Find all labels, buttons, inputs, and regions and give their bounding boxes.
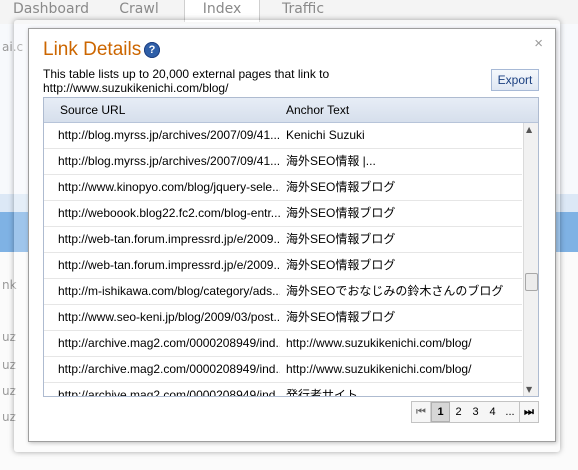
table-header: Source URL Anchor Text — [44, 98, 538, 123]
anchor-text-cell: 海外SEO情報ブログ — [286, 206, 396, 220]
tab-crawl[interactable]: Crawl — [104, 0, 174, 22]
source-url-link[interactable]: http://web-tan.forum.impressrd.jp/e/2009… — [58, 253, 280, 278]
dialog-title: Link Details — [43, 39, 142, 60]
page-3-button[interactable]: 3 — [467, 402, 484, 422]
tab-dashboard[interactable]: Dashboard — [8, 0, 94, 22]
page-1-button[interactable]: 1 — [431, 402, 450, 422]
column-header-source-url[interactable]: Source URL — [60, 98, 125, 122]
source-url-link[interactable]: http://blog.myrss.jp/archives/2007/09/41… — [58, 123, 280, 148]
table-row: http://archive.mag2.com/0000208949/ind..… — [44, 357, 522, 383]
links-table: Source URL Anchor Text http://blog.myrss… — [43, 97, 539, 397]
anchor-text-cell: 海外SEO情報ブログ — [286, 232, 396, 246]
anchor-text-cell: http://www.suzukikenichi.com/blog/ — [286, 336, 472, 350]
source-url-link[interactable]: http://weboook.blog22.fc2.com/blog-entr.… — [58, 201, 280, 226]
table-row: http://www.kinopyo.com/blog/jquery-sele.… — [44, 175, 522, 201]
table-row: http://archive.mag2.com/0000208949/ind..… — [44, 331, 522, 357]
anchor-text-cell: 発行者サイト — [286, 388, 359, 397]
source-url-link[interactable]: http://web-tan.forum.impressrd.jp/e/2009… — [58, 227, 280, 252]
pagination: ⏮ 1 2 3 4 ... ⏭ — [411, 401, 539, 423]
last-page-icon[interactable]: ⏭ — [519, 402, 538, 422]
page-2-button[interactable]: 2 — [450, 402, 467, 422]
tab-traffic[interactable]: Traffic — [268, 0, 338, 22]
scroll-up-arrow-icon[interactable]: ▲ — [526, 125, 532, 134]
help-icon[interactable]: ? — [144, 42, 160, 58]
close-icon[interactable]: × — [534, 35, 543, 52]
anchor-text-cell: 海外SEO情報ブログ — [286, 310, 396, 324]
export-button[interactable]: Export — [491, 69, 539, 91]
table-row: http://weboook.blog22.fc2.com/blog-entr.… — [44, 201, 522, 227]
source-url-link[interactable]: http://blog.myrss.jp/archives/2007/09/41… — [58, 149, 280, 174]
table-row: http://blog.myrss.jp/archives/2007/09/41… — [44, 123, 522, 149]
anchor-text-cell: 海外SEO情報 |... — [286, 154, 376, 168]
anchor-text-cell: Kenichi Suzuki — [286, 128, 365, 142]
source-url-link[interactable]: http://archive.mag2.com/0000208949/ind..… — [58, 383, 280, 396]
tab-index[interactable]: Index — [184, 0, 260, 22]
scroll-down-arrow-icon[interactable]: ▼ — [526, 385, 532, 394]
table-row: http://web-tan.forum.impressrd.jp/e/2009… — [44, 227, 522, 253]
anchor-text-cell: 海外SEO情報ブログ — [286, 258, 396, 272]
source-url-link[interactable]: http://www.seo-keni.jp/blog/2009/03/post… — [58, 305, 280, 330]
table-row: http://archive.mag2.com/0000208949/ind..… — [44, 383, 522, 397]
table-row: http://m-ishikawa.com/blog/category/ads.… — [44, 279, 522, 305]
source-url-link[interactable]: http://archive.mag2.com/0000208949/ind..… — [58, 357, 280, 382]
anchor-text-cell: 海外SEOでおなじみの鈴木さんのブログ — [286, 284, 504, 298]
column-header-anchor-text[interactable]: Anchor Text — [286, 98, 349, 122]
link-details-dialog: Link Details ? × This table lists up to … — [28, 28, 556, 442]
source-url-link[interactable]: http://m-ishikawa.com/blog/category/ads.… — [58, 279, 280, 304]
dialog-description: This table lists up to 20,000 external p… — [43, 67, 330, 95]
source-url-link[interactable]: http://archive.mag2.com/0000208949/ind..… — [58, 331, 280, 356]
table-row: http://web-tan.forum.impressrd.jp/e/2009… — [44, 253, 522, 279]
scroll-thumb[interactable] — [525, 273, 538, 291]
first-page-icon[interactable]: ⏮ — [412, 402, 430, 422]
source-url-link[interactable]: http://www.kinopyo.com/blog/jquery-sele.… — [58, 175, 280, 200]
anchor-text-cell: http://www.suzukikenichi.com/blog/ — [286, 362, 472, 376]
table-row: http://www.seo-keni.jp/blog/2009/03/post… — [44, 305, 522, 331]
pagination-ellipsis: ... — [505, 406, 515, 418]
anchor-text-cell: 海外SEO情報ブログ — [286, 180, 396, 194]
table-body: http://blog.myrss.jp/archives/2007/09/41… — [44, 123, 522, 397]
table-row: http://blog.myrss.jp/archives/2007/09/41… — [44, 149, 522, 175]
page-4-button[interactable]: 4 — [484, 402, 501, 422]
table-scrollbar[interactable]: ▲ ▼ — [523, 123, 538, 396]
